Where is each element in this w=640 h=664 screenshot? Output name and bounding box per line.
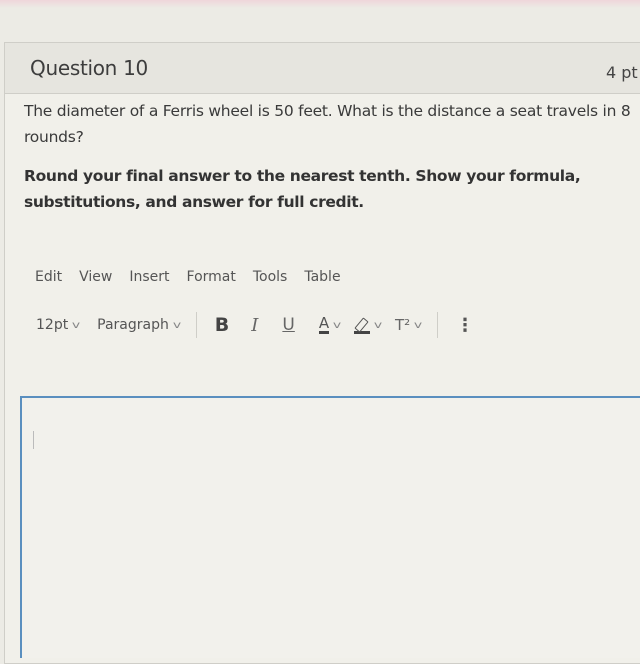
chevron-down-icon: v (72, 319, 81, 331)
chevron-down-icon: v (413, 319, 423, 331)
question-header: Question 10 4 pt (5, 43, 640, 94)
editor-toolbar: 12pt v Paragraph v B I U A v v T² v ⋮ (36, 312, 474, 338)
underline-icon: U (282, 315, 295, 335)
font-size-select[interactable]: 12pt v (36, 317, 81, 333)
more-vertical-icon: ⋮ (456, 314, 475, 336)
underline-button[interactable]: U (282, 315, 294, 335)
menu-view[interactable]: View (79, 269, 112, 285)
answer-editor[interactable] (20, 396, 640, 658)
text-caret (33, 431, 34, 449)
menu-insert[interactable]: Insert (129, 269, 169, 285)
more-options-button[interactable]: ⋮ (456, 315, 474, 336)
menu-tools[interactable]: Tools (253, 269, 288, 285)
superscript-icon: T² (394, 316, 411, 334)
superscript-button[interactable]: T² v (394, 316, 423, 334)
font-size-value: 12pt (36, 317, 69, 333)
toolbar-divider (195, 312, 197, 338)
chevron-down-icon: v (172, 319, 181, 331)
editor-menubar: Edit View Insert Format Tools Table (35, 269, 358, 285)
chevron-down-icon: v (332, 319, 342, 331)
question-points: 4 pt (606, 63, 638, 82)
menu-format[interactable]: Format (187, 269, 236, 285)
italic-button[interactable]: I (251, 315, 258, 336)
text-color-button[interactable]: A v (318, 314, 342, 334)
question-text: The diameter of a Ferris wheel is 50 fee… (24, 102, 631, 146)
block-format-value: Paragraph (97, 317, 169, 333)
question-title: Question 10 (30, 56, 148, 80)
toolbar-divider (437, 312, 439, 338)
bold-button[interactable]: B (215, 314, 229, 336)
highlighter-icon (354, 316, 371, 334)
chevron-down-icon: v (373, 319, 383, 331)
bold-icon: B (214, 314, 230, 336)
browser-top-strip (0, 0, 640, 8)
menu-table[interactable]: Table (304, 269, 340, 285)
text-color-icon: A (318, 314, 330, 334)
italic-icon: I (251, 314, 259, 336)
highlight-color-button[interactable]: v (354, 316, 383, 334)
question-instructions: Round your final answer to the nearest t… (24, 167, 581, 211)
block-format-select[interactable]: Paragraph v (97, 317, 181, 333)
menu-edit[interactable]: Edit (35, 269, 62, 285)
